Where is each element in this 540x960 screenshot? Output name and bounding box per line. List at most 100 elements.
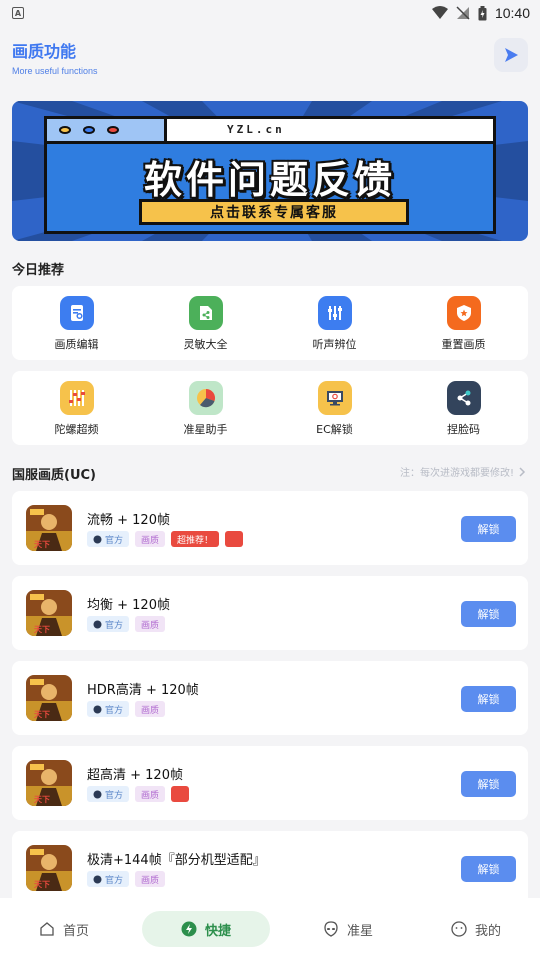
wifi-icon [431,6,448,19]
item-title: 流畅 + 120帧 [87,513,170,528]
tag-official: 官方 [87,701,130,717]
page-title: 画质功能 [12,42,77,61]
item-tags: 官方 画质 [87,616,166,632]
tag-official: 官方 [87,616,130,632]
list-item-balanced[interactable]: 天下 均衡 + 120帧 官方 画质 解锁 [12,576,528,650]
pie-chart-icon [188,381,223,415]
tab-label: 准星 [346,923,373,939]
svg-text:天下: 天下 [34,710,50,719]
grid-label: 画质编辑 [54,338,99,351]
list-item-smooth[interactable]: 天下 流畅 + 120帧 官方 画质 超推荐！ 解锁 [12,491,528,565]
grid-label: 灵敏大全 [183,338,228,351]
item-title: 超高清 + 120帧 [87,768,183,783]
grid-item-gyro-overclock[interactable]: 陀螺超频 [12,371,141,445]
game-icon: 天下 [26,760,72,806]
yellow-dot-icon [59,126,71,134]
unlock-button[interactable]: 解锁 [461,601,516,627]
official-badge-icon [93,875,102,883]
status-time: 10:40 [494,5,530,21]
item-tags: 官方 画质 [87,786,190,802]
tag-official: 官方 [87,531,130,547]
official-badge-icon [93,620,102,628]
tab-label: 首页 [62,923,89,939]
grid-label: 捏脸码 [447,423,480,436]
feedback-banner[interactable]: YZL.cn 软件问题反馈 点击联系专属客服 [12,101,528,241]
equalizer-icon [317,296,352,330]
tag-quality: 画质 [135,786,166,802]
home-icon [40,922,54,936]
tag-official: 官方 [87,871,130,887]
game-icon: 天下 [26,675,72,721]
item-tags: 官方 画质 超推荐！ [87,531,244,547]
grid-label: 重置画质 [441,338,486,351]
red-dot-icon [107,126,119,134]
accessibility-icon: A [12,7,24,19]
play-button[interactable] [494,38,528,72]
item-title: 均衡 + 120帧 [87,598,170,613]
tag-red-marker [225,531,244,547]
uc-section-title: 国服画质(UC) [12,468,96,483]
blue-dot-icon [83,126,95,134]
status-bar: A 10:40 [0,0,540,26]
page-header: 画质功能 More useful functions [12,38,528,78]
tab-label: 我的 [474,923,501,939]
banner-cta[interactable]: 点击联系专属客服 [139,199,409,225]
item-title: HDR高清 + 120帧 [87,683,199,698]
tag-quality: 画质 [135,701,166,717]
tag-quality: 画质 [135,531,166,547]
official-badge-icon [93,790,102,798]
svg-text:天下: 天下 [34,540,50,549]
battery-icon [478,5,487,20]
grid-item-crosshair[interactable]: 准星助手 [141,371,270,445]
list-item-hdr[interactable]: 天下 HDR高清 + 120帧 官方 画质 解锁 [12,661,528,735]
uc-note[interactable]: 注：每次进游戏都要修改! [400,464,526,479]
tab-shortcuts[interactable]: 快捷 [142,911,270,947]
official-badge-icon [93,705,102,713]
list-item-ultra-hd[interactable]: 天下 超高清 + 120帧 官方 画质 解锁 [12,746,528,820]
monitor-icon [317,381,352,415]
tab-crosshair[interactable]: 准星 [284,911,412,947]
unlock-button[interactable]: 解锁 [461,516,516,542]
today-section-title: 今日推荐 [12,263,65,278]
grid-item-quality-edit[interactable]: 画质编辑 [12,286,141,360]
alien-icon [324,921,338,937]
edit-doc-icon [59,296,94,330]
svg-text:天下: 天下 [34,880,50,889]
today-grid-row-1: 画质编辑 灵敏大全 听声辨位 重置画质 [12,286,528,360]
today-grid-row-2: 陀螺超频 准星助手 EC解锁 捏脸码 [12,371,528,445]
banner-window-bar: YZL.cn [47,119,493,144]
tag-official: 官方 [87,786,130,802]
grid-label: 听声辨位 [312,338,357,351]
bottom-tab-bar: 首页 快捷 准星 我的 [0,898,540,960]
tab-mine[interactable]: 我的 [412,911,540,947]
game-icon: 天下 [26,590,72,636]
grid-label: 准星助手 [183,423,228,436]
grid-item-reset-quality[interactable]: 重置画质 [399,286,528,360]
no-signal-icon [456,6,470,20]
grid-item-ec-unlock[interactable]: EC解锁 [270,371,399,445]
official-badge-icon [93,535,102,543]
lightning-icon [181,921,197,937]
grid-item-sensitivity[interactable]: 灵敏大全 [141,286,270,360]
list-item-extreme-hd[interactable]: 天下 极清+144帧『部分机型适配』 官方 画质 解锁 [12,831,528,905]
item-tags: 官方 画质 [87,871,166,887]
grid-item-face-code[interactable]: 捏脸码 [399,371,528,445]
banner-window: YZL.cn 软件问题反馈 点击联系专属客服 [44,116,496,234]
tab-label: 快捷 [204,923,231,939]
tab-home[interactable]: 首页 [0,911,128,947]
tag-quality: 画质 [135,871,166,887]
chevron-right-icon [519,466,526,477]
grid-label: 陀螺超频 [54,423,99,436]
play-icon [505,48,518,62]
unlock-button[interactable]: 解锁 [461,856,516,882]
svg-text:天下: 天下 [34,795,50,804]
unlock-button[interactable]: 解锁 [461,686,516,712]
tag-quality: 画质 [135,616,166,632]
page-subtitle: More useful functions [12,66,98,76]
tag-red-marker [171,786,190,802]
unlock-button[interactable]: 解锁 [461,771,516,797]
game-icon: 天下 [26,505,72,551]
uc-note-text: 注：每次进游戏都要修改! [399,468,514,479]
shield-star-icon [446,296,481,330]
grid-item-sound-locate[interactable]: 听声辨位 [270,286,399,360]
